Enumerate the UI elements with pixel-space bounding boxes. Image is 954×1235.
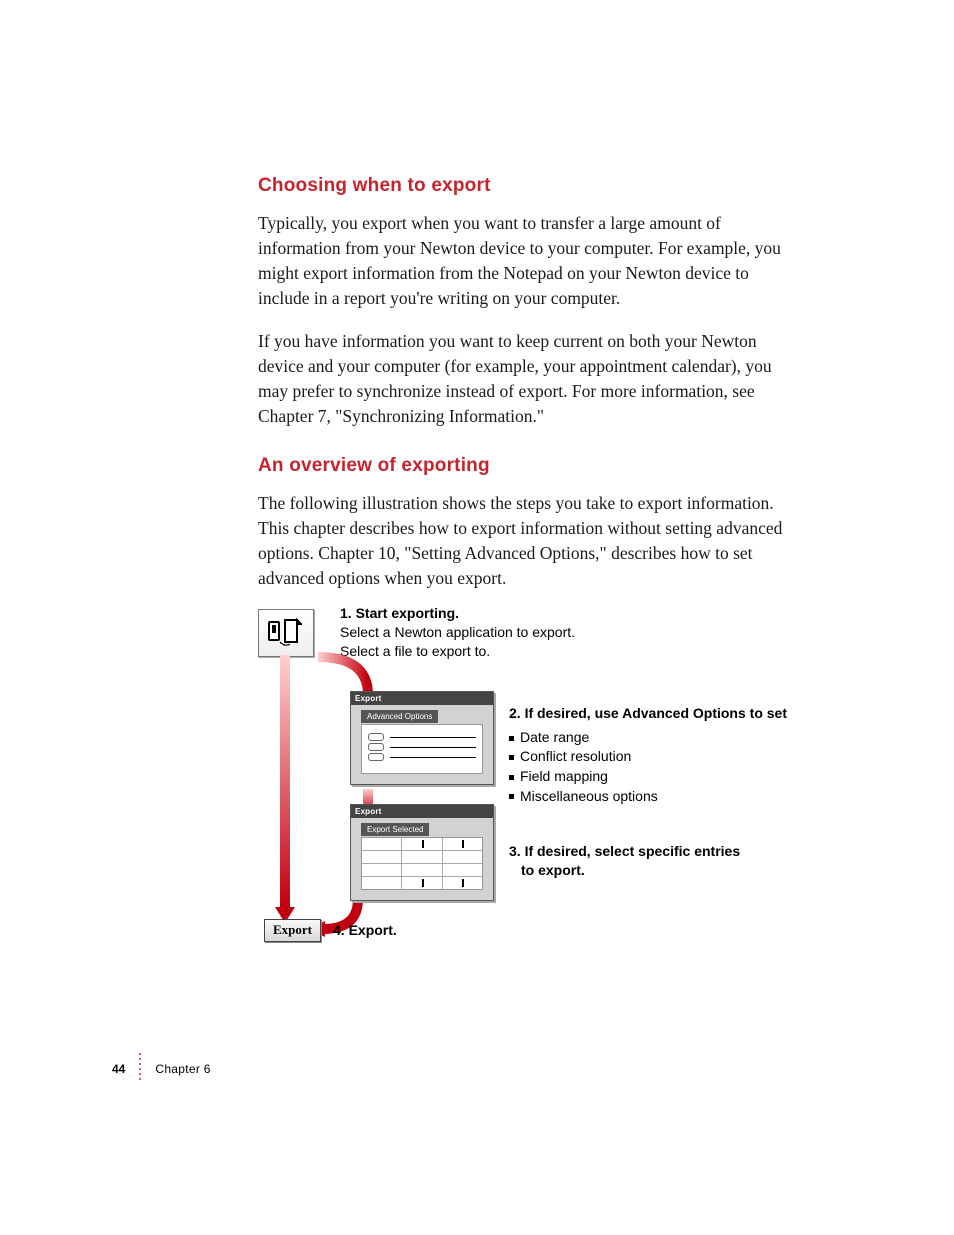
step2-bullet: Conflict resolution [509, 747, 787, 767]
page-footer: 44 Chapter 6 [112, 1053, 211, 1080]
step1-text: 1. Start exporting. Select a Newton appl… [340, 604, 575, 661]
step1-line: Select a file to export to. [340, 642, 575, 661]
dialog-tab: Export Selected [361, 823, 429, 836]
step4-title: 4. Export. [333, 922, 397, 938]
step2-bullet: Miscellaneous options [509, 787, 787, 807]
chapter-label: Chapter 6 [155, 1062, 210, 1076]
section-heading: Choosing when to export [258, 175, 844, 197]
step2-bullet: Date range [509, 728, 787, 748]
body-paragraph: Typically, you export when you want to t… [258, 211, 798, 311]
export-button[interactable]: Export [264, 919, 321, 942]
footer-dots-icon [139, 1053, 141, 1080]
step2-bullet: Field mapping [509, 767, 787, 787]
step1-line: Select a Newton application to export. [340, 623, 575, 642]
export-illustration: 1. Start exporting. Select a Newton appl… [258, 609, 844, 979]
dialog-title: Export [351, 692, 493, 705]
advanced-options-dialog: Export Advanced Options [350, 691, 494, 785]
dialog-title: Export [351, 805, 493, 818]
step3-text: 3. If desired, select specific entries t… [509, 842, 740, 880]
section-heading: An overview of exporting [258, 455, 844, 477]
step3-line: to export. [509, 861, 740, 880]
step3-title: 3. If desired, select specific entries [509, 842, 740, 861]
page-number: 44 [112, 1062, 125, 1076]
body-paragraph: The following illustration shows the ste… [258, 491, 798, 591]
step2-text: 2. If desired, use Advanced Options to s… [509, 704, 787, 806]
export-selected-dialog: Export Export Selected [350, 804, 494, 901]
step2-title: 2. If desired, use Advanced Options to s… [509, 704, 787, 724]
dialog-tab: Advanced Options [361, 710, 438, 723]
newton-connection-icon [258, 609, 314, 657]
step1-title: 1. Start exporting. [340, 604, 575, 623]
body-paragraph: If you have information you want to keep… [258, 329, 798, 429]
